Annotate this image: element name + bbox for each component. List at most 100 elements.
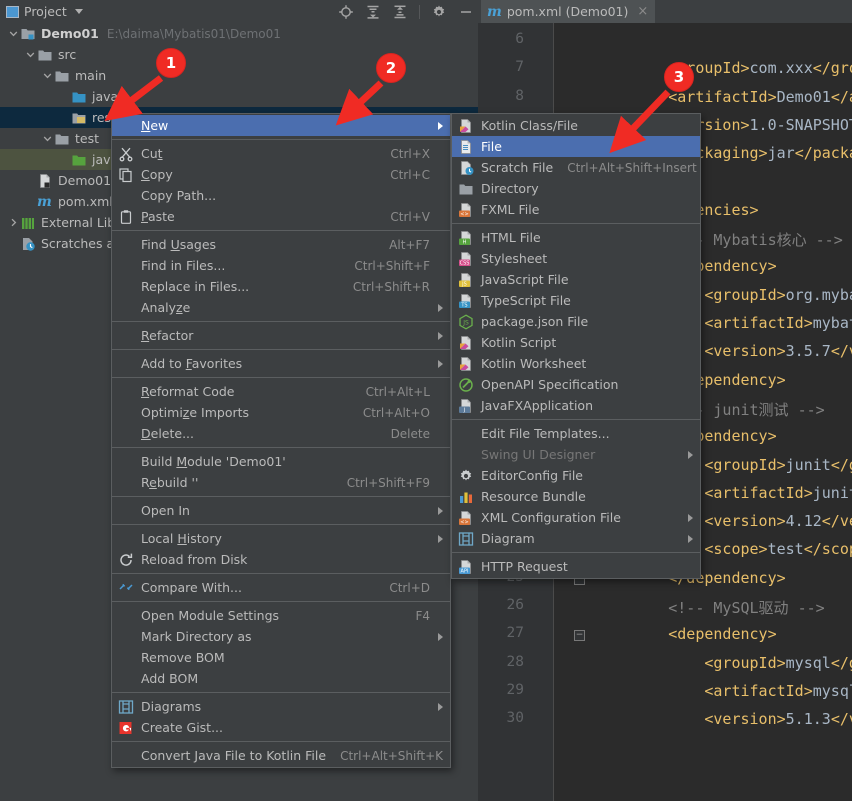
menu-item-analyze[interactable]: Analyze	[112, 297, 450, 318]
menu-item-open-in[interactable]: Open In	[112, 500, 450, 521]
menu-item-kotlin-class-file[interactable]: Kotlin Class/File	[452, 115, 700, 136]
annotation-badge-2: 2	[376, 53, 406, 83]
code-line[interactable]: <groupId>com.xxx</groupId>	[596, 59, 852, 77]
menu-item-replace-in-files[interactable]: Replace in Files... Ctrl+Shift+R	[112, 276, 450, 297]
menu-item-package-json-file[interactable]: JS package.json File	[452, 311, 700, 332]
collapse-all-icon[interactable]	[365, 4, 381, 20]
code-line[interactable]: <groupId>mysql</groupId>	[596, 654, 852, 672]
code-line[interactable]: <version>5.1.3</version>	[596, 710, 852, 728]
nodejs-icon: JS	[458, 313, 474, 330]
http-request-icon: API	[458, 559, 474, 575]
tree-twisty[interactable]	[24, 44, 37, 65]
folder-icon	[54, 68, 70, 84]
menu-item-paste[interactable]: Paste Ctrl+V	[112, 206, 450, 227]
menu-item-label: OpenAPI Specification	[481, 377, 619, 392]
menu-item-no-icon	[118, 118, 134, 134]
tree-item-label: java	[92, 89, 119, 104]
menu-item-remove-bom[interactable]: Remove BOM	[112, 647, 450, 668]
expand-all-icon[interactable]	[392, 4, 408, 20]
menu-item-shortcut: Ctrl+C	[390, 167, 430, 182]
tree-twisty	[58, 86, 71, 107]
menu-item-typescript-file[interactable]: TS TypeScript File	[452, 290, 700, 311]
tree-twisty[interactable]	[7, 212, 20, 233]
menu-item-mark-directory-as[interactable]: Mark Directory as	[112, 626, 450, 647]
menu-separator	[452, 552, 700, 553]
svg-text:TS: TS	[460, 302, 467, 308]
menu-item-reload-from-disk[interactable]: Reload from Disk	[112, 549, 450, 570]
code-line[interactable]: <dependency>	[596, 625, 776, 643]
minimize-icon[interactable]	[458, 4, 474, 20]
chevron-down-icon[interactable]	[74, 9, 83, 14]
javafx-icon: J	[458, 398, 474, 414]
menu-item-label: FXML File	[481, 202, 540, 217]
menu-item-find-usages[interactable]: Find Usages Alt+F7	[112, 234, 450, 255]
menu-item-label: JavaFXApplication	[481, 398, 593, 413]
menu-item-http-request[interactable]: API HTTP Request	[452, 556, 700, 577]
menu-item-label: Open Module Settings	[141, 608, 280, 623]
menu-item-html-file[interactable]: H HTML File	[452, 227, 700, 248]
menu-item-stylesheet[interactable]: CSS Stylesheet	[452, 248, 700, 269]
menu-item-diagrams[interactable]: Diagrams	[112, 696, 450, 717]
menu-item-copy[interactable]: Copy Ctrl+C	[112, 164, 450, 185]
tree-twisty[interactable]	[7, 23, 20, 44]
menu-item-resource-bundle[interactable]: Resource Bundle	[452, 486, 700, 507]
menu-item-new[interactable]: New	[112, 115, 450, 136]
code-fold-toggle[interactable]: −	[574, 630, 585, 642]
tree-item-label: src	[58, 47, 77, 62]
menu-item-create-gist[interactable]: Create Gist...	[112, 717, 450, 738]
context-menu[interactable]: New Cut Ctrl+X Copy Ctrl+C Copy Path... Paste C…	[111, 113, 451, 768]
menu-item-directory[interactable]: Directory	[452, 178, 700, 199]
menu-item-scratch-file[interactable]: Scratch File Ctrl+Alt+Shift+Insert	[452, 157, 700, 178]
menu-item-swing-ui-designer: Swing UI Designer	[452, 444, 700, 465]
menu-item-open-module-settings[interactable]: Open Module Settings F4	[112, 605, 450, 626]
close-icon[interactable]: ×	[637, 4, 648, 19]
locate-icon[interactable]	[338, 4, 354, 20]
menu-item-label: package.json File	[481, 314, 589, 329]
tree-item-java[interactable]: java	[0, 86, 478, 107]
menu-item-label: Open In	[141, 503, 190, 518]
menu-item-file[interactable]: File	[452, 136, 700, 157]
new-submenu[interactable]: Kotlin Class/File File Scratch File Ctrl+Al…	[451, 113, 701, 579]
menu-item-delete[interactable]: Delete... Delete	[112, 423, 450, 444]
gear-icon[interactable]	[431, 4, 447, 20]
menu-item-add-to-favorites[interactable]: Add to Favorites	[112, 353, 450, 374]
menu-item-javascript-file[interactable]: JS JavaScript File	[452, 269, 700, 290]
tree-twisty[interactable]	[41, 65, 54, 86]
code-line[interactable]: <artifactId>mysql</artifactId>	[596, 682, 852, 700]
menu-item-copy-path[interactable]: Copy Path...	[112, 185, 450, 206]
menu-item-editorconfig-file[interactable]: EditorConfig File	[452, 465, 700, 486]
menu-item-cut[interactable]: Cut Ctrl+X	[112, 143, 450, 164]
code-line[interactable]: <!-- MySQL驱动 -->	[596, 597, 824, 618]
menu-item-xml-configuration-file[interactable]: <> XML Configuration File	[452, 507, 700, 528]
menu-item-kotlin-script[interactable]: Kotlin Script	[452, 332, 700, 353]
xml-file-icon: <>	[458, 510, 474, 526]
menu-item-kotlin-worksheet[interactable]: Kotlin Worksheet	[452, 353, 700, 374]
code-line[interactable]: <artifactId>Demo01</artifactId>	[596, 88, 852, 106]
menu-item-diagram[interactable]: Diagram	[452, 528, 700, 549]
editor-tab-pom-xml[interactable]: m pom.xml (Demo01) ×	[481, 0, 656, 23]
editor-tabbar: m pom.xml (Demo01) ×	[478, 0, 852, 23]
project-panel-title-group[interactable]: Project	[6, 4, 83, 19]
menu-item-edit-file-templates[interactable]: Edit File Templates...	[452, 423, 700, 444]
menu-item-compare-with[interactable]: Compare With... Ctrl+D	[112, 577, 450, 598]
menu-item-optimize-imports[interactable]: Optimize Imports Ctrl+Alt+O	[112, 402, 450, 423]
menu-item-reformat-code[interactable]: Reformat Code Ctrl+Alt+L	[112, 381, 450, 402]
paste-icon	[118, 209, 134, 225]
menu-item-rebuild-default[interactable]: Rebuild '' Ctrl+Shift+F9	[112, 472, 450, 493]
tree-item-src[interactable]: src	[0, 44, 478, 65]
menu-separator	[112, 496, 450, 497]
menu-item-convert-java-file-to-kotlin-file[interactable]: Convert Java File to Kotlin File Ctrl+Alt…	[112, 745, 450, 766]
menu-item-build-module-demo01[interactable]: Build Module 'Demo01'	[112, 451, 450, 472]
menu-item-javafxapplication[interactable]: J JavaFXApplication	[452, 395, 700, 416]
tree-item-demo01[interactable]: Demo01 E:\daima\Mybatis01\Demo01	[0, 23, 478, 44]
menu-item-label: Remove BOM	[141, 650, 225, 665]
menu-item-label: Create Gist...	[141, 720, 224, 735]
tree-item-main[interactable]: main	[0, 65, 478, 86]
menu-item-add-bom[interactable]: Add BOM	[112, 668, 450, 689]
menu-item-find-in-files[interactable]: Find in Files... Ctrl+Shift+F	[112, 255, 450, 276]
menu-item-fxml-file[interactable]: <> FXML File	[452, 199, 700, 220]
tree-twisty[interactable]	[41, 128, 54, 149]
menu-item-local-history[interactable]: Local History	[112, 528, 450, 549]
menu-item-refactor[interactable]: Refactor	[112, 325, 450, 346]
menu-item-openapi-specification[interactable]: OpenAPI Specification	[452, 374, 700, 395]
